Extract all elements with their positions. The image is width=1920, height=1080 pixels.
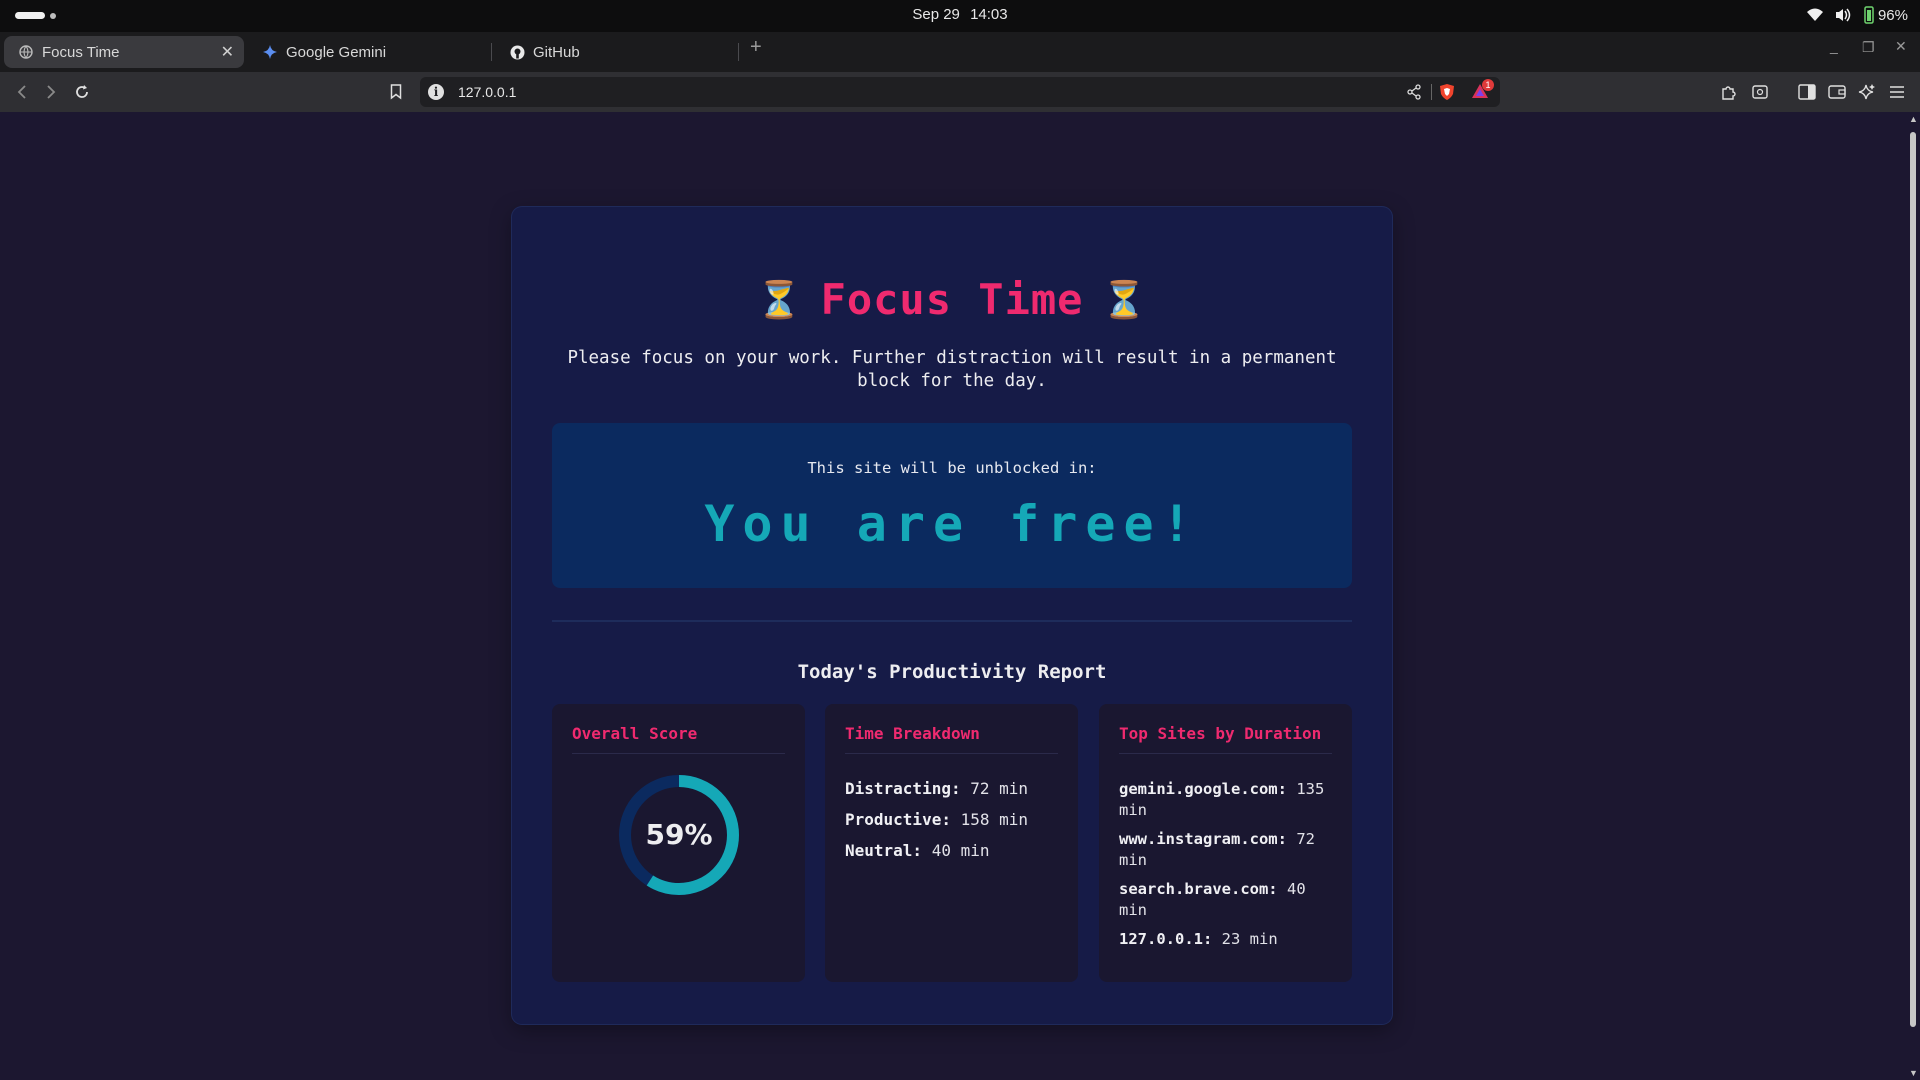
- panel-heading: Top Sites by Duration: [1119, 724, 1332, 754]
- gemini-icon: [262, 44, 278, 60]
- page-title-text: Focus Time: [820, 275, 1084, 324]
- stat-label: Neutral:: [845, 841, 923, 860]
- tab-strip: Focus Time ✕ Google Gemini GitHub + _ ❐ …: [0, 32, 1920, 72]
- breakdown-row-neutral: Neutral: 40 min: [845, 841, 1062, 861]
- address-bar[interactable]: i 127.0.0.1 1: [420, 77, 1500, 107]
- os-top-bar: Sep 29 14:03 96%: [0, 0, 1920, 32]
- stat-value: 40 min: [931, 841, 990, 860]
- tab-separator: [738, 43, 739, 61]
- page-title: ⏳ Focus Time ⏳: [512, 275, 1392, 324]
- extensions-icon[interactable]: [1719, 82, 1739, 102]
- bookmark-icon[interactable]: [386, 82, 406, 102]
- tab-title: GitHub: [533, 43, 580, 61]
- tab-google-gemini[interactable]: Google Gemini: [248, 36, 488, 68]
- clock-time: 14:03: [970, 6, 1008, 23]
- restore-icon[interactable]: ❐: [1862, 39, 1875, 56]
- close-tab-icon[interactable]: ✕: [221, 42, 234, 62]
- panel-heading: Overall Score: [572, 724, 785, 754]
- site-row: search.brave.com: 40 min: [1119, 879, 1338, 920]
- score-value: 59%: [645, 818, 713, 851]
- site-info-icon[interactable]: i: [428, 84, 444, 100]
- new-tab-button[interactable]: +: [750, 36, 762, 59]
- report-title: Today's Productivity Report: [797, 661, 1107, 683]
- stat-value: 158 min: [960, 810, 1029, 829]
- minimize-icon[interactable]: _: [1830, 38, 1838, 54]
- system-status[interactable]: 96%: [1806, 6, 1908, 24]
- clock[interactable]: Sep 29 14:03: [0, 6, 1920, 23]
- top-sites-panel: Top Sites by Duration gemini.google.com:…: [1099, 704, 1352, 982]
- forward-icon[interactable]: [41, 82, 61, 102]
- tab-title: Google Gemini: [286, 43, 387, 61]
- brave-shields-icon[interactable]: [1438, 83, 1456, 106]
- battery-icon: [1862, 6, 1876, 24]
- site-duration: 23 min: [1221, 930, 1278, 948]
- overall-score-panel: Overall Score 59%: [552, 704, 805, 982]
- panel-heading: Time Breakdown: [845, 724, 1058, 754]
- battery-percent: 96%: [1877, 6, 1908, 24]
- time-breakdown-panel: Time Breakdown Distracting: 72 min Produ…: [825, 704, 1078, 982]
- site-name: 127.0.0.1:: [1119, 930, 1213, 948]
- unblock-label: This site will be unblocked in:: [807, 459, 1097, 477]
- menu-icon[interactable]: [1887, 82, 1907, 102]
- unblock-box: This site will be unblocked in: You are …: [552, 423, 1352, 588]
- back-icon[interactable]: [12, 82, 32, 102]
- close-window-icon[interactable]: ✕: [1895, 38, 1907, 55]
- rewards-badge: 1: [1482, 79, 1494, 91]
- site-name: search.brave.com:: [1119, 880, 1278, 898]
- wallet-icon[interactable]: [1827, 82, 1847, 102]
- site-row: gemini.google.com: 135 min: [1119, 779, 1338, 820]
- site-row: www.instagram.com: 72 min: [1119, 829, 1338, 870]
- wifi-icon: [1806, 7, 1824, 23]
- tab-focus-time[interactable]: Focus Time ✕: [4, 36, 244, 68]
- breakdown-row-productive: Productive: 158 min: [845, 810, 1062, 830]
- stat-value: 72 min: [970, 779, 1029, 798]
- stat-label: Distracting:: [845, 779, 961, 798]
- browser-toolbar: i 127.0.0.1 1: [0, 72, 1920, 112]
- focus-card: ⏳ Focus Time ⏳ Please focus on your work. …: [512, 207, 1392, 1024]
- scroll-thumb[interactable]: [1910, 132, 1916, 1027]
- clock-date: Sep 29: [912, 6, 960, 23]
- focus-message: Please focus on your work. Further distr…: [567, 348, 1337, 391]
- scroll-down-arrow-icon[interactable]: ▼: [1909, 1068, 1918, 1078]
- brave-rewards-icon[interactable]: 1: [1470, 79, 1494, 105]
- page-scrollbar[interactable]: ▲ ▼: [1905, 112, 1920, 1080]
- scroll-up-arrow-icon[interactable]: ▲: [1909, 114, 1918, 124]
- share-icon[interactable]: [1406, 84, 1422, 105]
- tab-separator: [491, 43, 492, 61]
- breakdown-list: Distracting: 72 min Productive: 158 min …: [845, 779, 1062, 872]
- screenshot-icon[interactable]: [1750, 82, 1770, 102]
- stat-label: Productive:: [845, 810, 951, 829]
- hourglass-icon: ⏳: [756, 280, 803, 321]
- leo-ai-icon[interactable]: [1857, 82, 1877, 102]
- section-divider: [552, 620, 1352, 622]
- sidebar-icon[interactable]: [1797, 82, 1817, 102]
- omnibox-separator: [1431, 84, 1432, 100]
- tab-title: Focus Time: [42, 43, 120, 61]
- hourglass-icon: ⏳: [1101, 280, 1148, 321]
- top-sites-list: gemini.google.com: 135 min www.instagram…: [1119, 779, 1338, 959]
- breakdown-row-distracting: Distracting: 72 min: [845, 779, 1062, 799]
- site-row: 127.0.0.1: 23 min: [1119, 929, 1338, 950]
- unblock-status: You are free!: [704, 495, 1200, 553]
- tab-github[interactable]: GitHub: [495, 36, 735, 68]
- site-name: gemini.google.com:: [1119, 780, 1287, 798]
- score-gauge: 59%: [618, 774, 740, 896]
- url-text[interactable]: 127.0.0.1: [458, 84, 516, 100]
- volume-icon: [1834, 7, 1852, 23]
- site-name: www.instagram.com:: [1119, 830, 1287, 848]
- reload-icon[interactable]: [72, 82, 92, 102]
- globe-icon: [18, 44, 34, 60]
- github-icon: [509, 44, 525, 60]
